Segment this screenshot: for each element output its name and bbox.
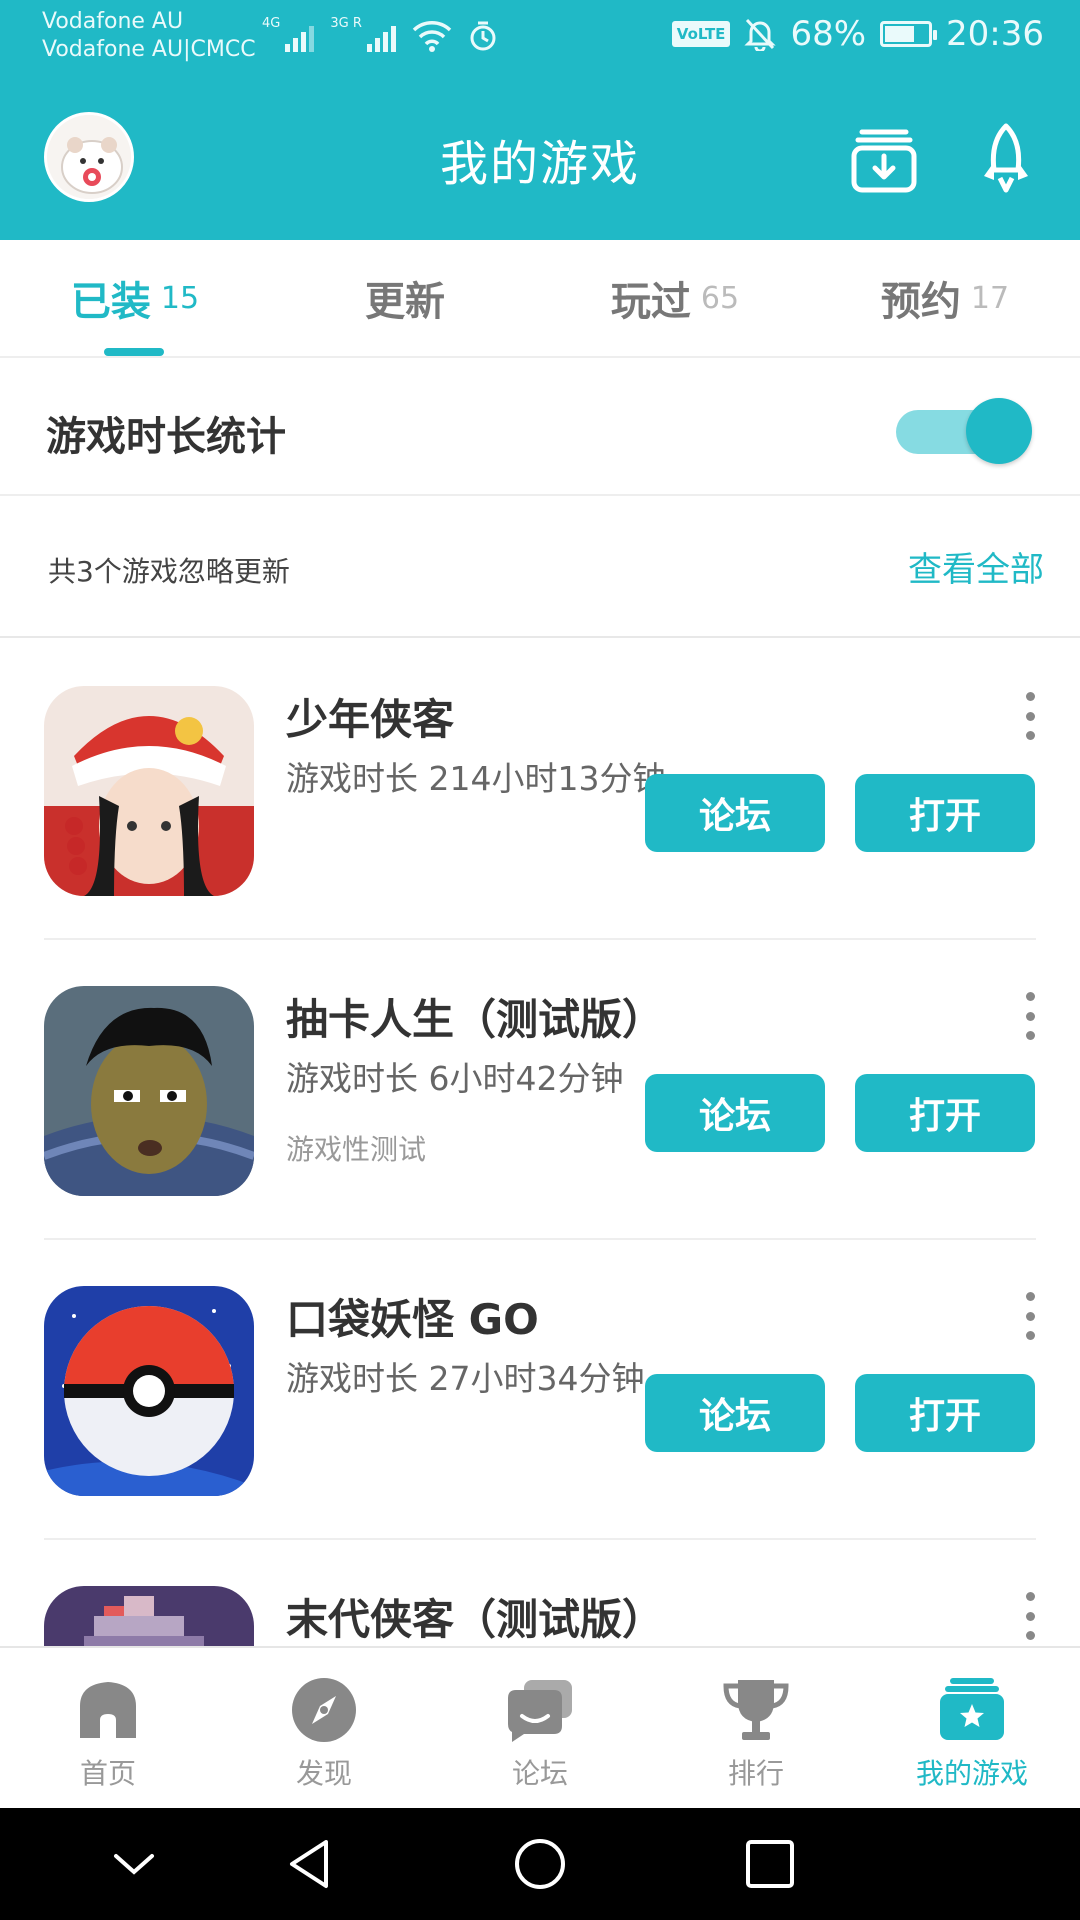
more-options-icon[interactable] — [1016, 1292, 1044, 1340]
game-icon — [44, 686, 254, 896]
signal-icon: 4G — [262, 16, 315, 52]
wifi-icon — [412, 21, 452, 52]
battery-icon — [880, 21, 938, 47]
download-manager-icon[interactable] — [844, 118, 924, 198]
open-button[interactable]: 打开 — [855, 774, 1035, 852]
back-icon[interactable] — [282, 1836, 338, 1892]
ignored-updates-row: 共3个游戏忽略更新 查看全部 — [0, 498, 1080, 638]
forum-button[interactable]: 论坛 — [645, 1074, 825, 1152]
forum-button[interactable]: 论坛 — [645, 1374, 825, 1452]
ignored-updates-text: 共3个游戏忽略更新 — [48, 555, 290, 588]
open-button[interactable]: 打开 — [855, 1374, 1035, 1452]
game-name: 口袋妖怪 GO — [286, 1295, 539, 1344]
rocket-icon[interactable] — [966, 118, 1046, 198]
game-item[interactable]: 少年侠客 游戏时长 214小时13分钟 论坛 打开 — [0, 640, 1080, 940]
nav-label: 论坛 — [511, 1757, 568, 1790]
network-label-2: 3G R — [330, 16, 362, 31]
status-right: VoLTE 68% 20:36 — [671, 14, 1044, 54]
playtime-stat-label: 游戏时长统计 — [46, 414, 286, 460]
compass-icon — [292, 1678, 356, 1742]
game-playtime: 游戏时长 214小时13分钟 — [286, 759, 666, 798]
game-icon — [44, 986, 254, 1196]
tab-bar: 已装 15 更新 玩过 65 预约 17 — [0, 240, 1080, 358]
bottom-navigation: 首页 发现 论坛 排行 我的游戏 — [0, 1646, 1080, 1808]
carrier-info: Vodafone AU Vodafone AU|CMCC — [42, 8, 256, 64]
app-header: Vodafone AU Vodafone AU|CMCC 4G 3G R VoL… — [0, 0, 1080, 240]
more-options-icon[interactable] — [1016, 992, 1044, 1040]
network-label-1: 4G — [262, 16, 281, 31]
volte-badge: VoLTE — [671, 21, 731, 47]
more-options-icon[interactable] — [1016, 1592, 1044, 1640]
recents-icon[interactable] — [742, 1836, 798, 1892]
open-button[interactable]: 打开 — [855, 1074, 1035, 1152]
status-bar: Vodafone AU Vodafone AU|CMCC 4G 3G R VoL… — [0, 0, 1080, 80]
battery-percent: 68% — [790, 14, 867, 54]
tab-installed[interactable]: 已装 15 — [0, 240, 270, 356]
signal-indicators: 4G 3G R — [262, 16, 498, 52]
nav-label: 排行 — [727, 1757, 784, 1790]
tab-played[interactable]: 玩过 65 — [540, 240, 810, 356]
more-options-icon[interactable] — [1016, 692, 1044, 740]
system-nav-bar — [0, 1808, 1080, 1920]
game-item[interactable]: 抽卡人生（测试版） 游戏时长 6小时42分钟 游戏性测试 论坛 打开 — [0, 940, 1080, 1240]
carrier-1: Vodafone AU — [42, 9, 184, 34]
carrier-2: Vodafone AU|CMCC — [42, 37, 256, 62]
game-test-label: 游戏性测试 — [286, 1133, 427, 1166]
nav-ranking[interactable]: 排行 — [648, 1648, 864, 1808]
home-circle-icon[interactable] — [512, 1836, 568, 1892]
tab-updates[interactable]: 更新 — [270, 240, 540, 356]
clock: 20:36 — [946, 14, 1044, 54]
nav-label: 首页 — [79, 1757, 136, 1790]
game-playtime: 游戏时长 27小时34分钟 — [286, 1359, 645, 1398]
tab-count: 17 — [970, 280, 1010, 316]
forum-button[interactable]: 论坛 — [645, 774, 825, 852]
toggle-knob[interactable] — [966, 398, 1032, 464]
collapse-chevron-icon[interactable] — [106, 1836, 162, 1892]
nav-forum[interactable]: 论坛 — [432, 1648, 648, 1808]
mute-bell-icon — [744, 18, 777, 51]
nav-discover[interactable]: 发现 — [216, 1648, 432, 1808]
trophy-icon — [723, 1680, 789, 1740]
game-name: 少年侠客 — [286, 695, 455, 744]
tab-count: 65 — [700, 280, 740, 316]
games-star-icon — [940, 1678, 1004, 1740]
game-icon — [44, 1286, 254, 1496]
view-all-link[interactable]: 查看全部 — [908, 542, 1044, 591]
nav-my-games[interactable]: 我的游戏 — [864, 1648, 1080, 1808]
tab-reserved[interactable]: 预约 17 — [810, 240, 1080, 356]
game-playtime: 游戏时长 6小时42分钟 — [286, 1059, 624, 1098]
tab-count: 15 — [160, 280, 200, 316]
nav-home[interactable]: 首页 — [0, 1648, 216, 1808]
home-icon — [80, 1682, 136, 1738]
tab-label: 玩过 — [610, 279, 691, 325]
game-name: 末代侠客（测试版） — [286, 1595, 665, 1644]
alarm-icon — [470, 21, 496, 51]
game-item[interactable]: 口袋妖怪 GO 游戏时长 27小时34分钟 论坛 打开 — [0, 1240, 1080, 1540]
nav-label: 我的游戏 — [915, 1757, 1028, 1790]
signal-icon: 3G R — [330, 16, 396, 52]
tab-label: 已装 — [70, 279, 151, 325]
game-name: 抽卡人生（测试版） — [286, 995, 665, 1044]
tab-label: 更新 — [365, 279, 445, 325]
chat-icon — [508, 1680, 572, 1742]
tab-label: 预约 — [880, 279, 961, 325]
nav-label: 发现 — [295, 1757, 352, 1790]
